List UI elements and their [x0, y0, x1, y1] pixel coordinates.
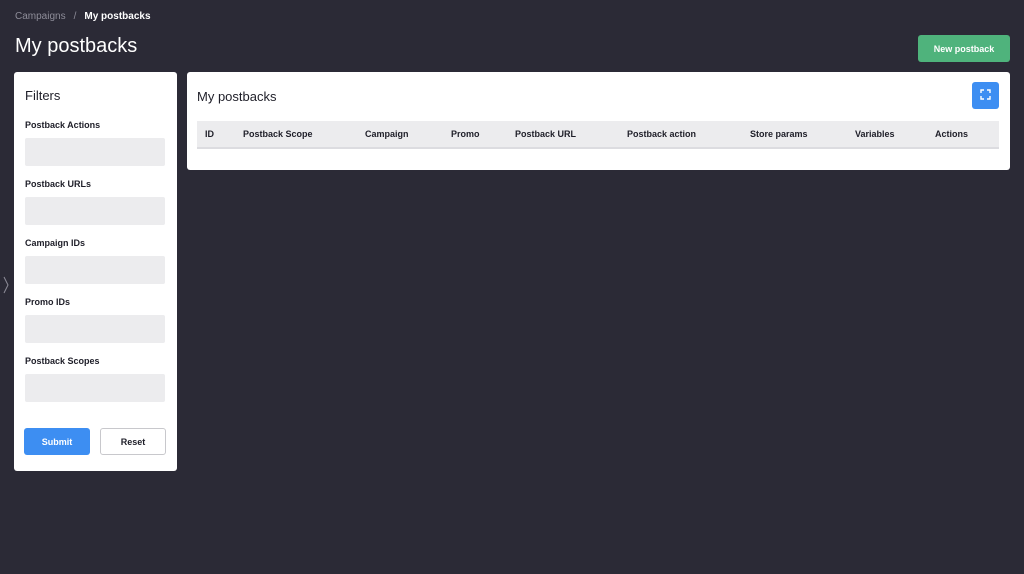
filter-label: Promo IDs	[25, 297, 71, 307]
column-header-postback-url[interactable]: Postback URL	[507, 121, 619, 149]
column-header-id[interactable]: ID	[197, 121, 235, 149]
column-header-postback-action[interactable]: Postback action	[619, 121, 742, 149]
postback-urls-field[interactable]	[25, 197, 165, 225]
postbacks-table: ID Postback Scope Campaign Promo Postbac…	[197, 121, 999, 149]
table-header-row: ID Postback Scope Campaign Promo Postbac…	[197, 121, 999, 149]
breadcrumb-campaigns-link[interactable]: Campaigns	[15, 11, 66, 22]
filters-title: Filters	[25, 88, 61, 103]
column-header-actions: Actions	[927, 121, 999, 149]
filter-postback-actions: Postback Actions	[25, 120, 166, 166]
filter-postback-scopes: Postback Scopes	[25, 356, 166, 402]
column-header-postback-scope[interactable]: Postback Scope	[235, 121, 357, 149]
panel-title: My postbacks	[197, 89, 277, 104]
filter-promo-ids: Promo IDs	[25, 297, 166, 343]
column-header-store-params[interactable]: Store params	[742, 121, 847, 149]
page-title: My postbacks	[15, 35, 138, 57]
postback-actions-field[interactable]	[25, 138, 165, 166]
filter-label: Campaign IDs	[25, 238, 86, 248]
breadcrumb-current: My postbacks	[84, 11, 151, 22]
breadcrumb: Campaigns / My postbacks	[15, 11, 151, 22]
column-header-variables[interactable]: Variables	[847, 121, 927, 149]
filter-actions: Submit Reset	[24, 428, 166, 455]
promo-ids-field[interactable]	[25, 315, 165, 343]
column-header-campaign[interactable]: Campaign	[357, 121, 443, 149]
fullscreen-button[interactable]	[972, 82, 999, 109]
column-header-promo[interactable]: Promo	[443, 121, 507, 149]
fullscreen-icon	[980, 88, 991, 103]
filter-label: Postback Scopes	[25, 356, 100, 366]
campaign-ids-field[interactable]	[25, 256, 165, 284]
filter-label: Postback URLs	[25, 179, 92, 189]
filter-postback-urls: Postback URLs	[25, 179, 166, 225]
filter-campaign-ids: Campaign IDs	[25, 238, 166, 284]
postback-scopes-field[interactable]	[25, 374, 165, 402]
filters-panel: Filters Postback Actions Postback URLs C…	[14, 72, 177, 471]
chevron-right-icon[interactable]	[3, 276, 9, 297]
reset-button[interactable]: Reset	[100, 428, 166, 455]
filter-label: Postback Actions	[25, 120, 101, 130]
new-postback-button[interactable]: New postback	[918, 35, 1010, 62]
submit-button[interactable]: Submit	[24, 428, 90, 455]
postbacks-table-panel: My postbacks ID Postback Scope Campaign …	[187, 72, 1010, 170]
breadcrumb-separator: /	[73, 11, 77, 22]
